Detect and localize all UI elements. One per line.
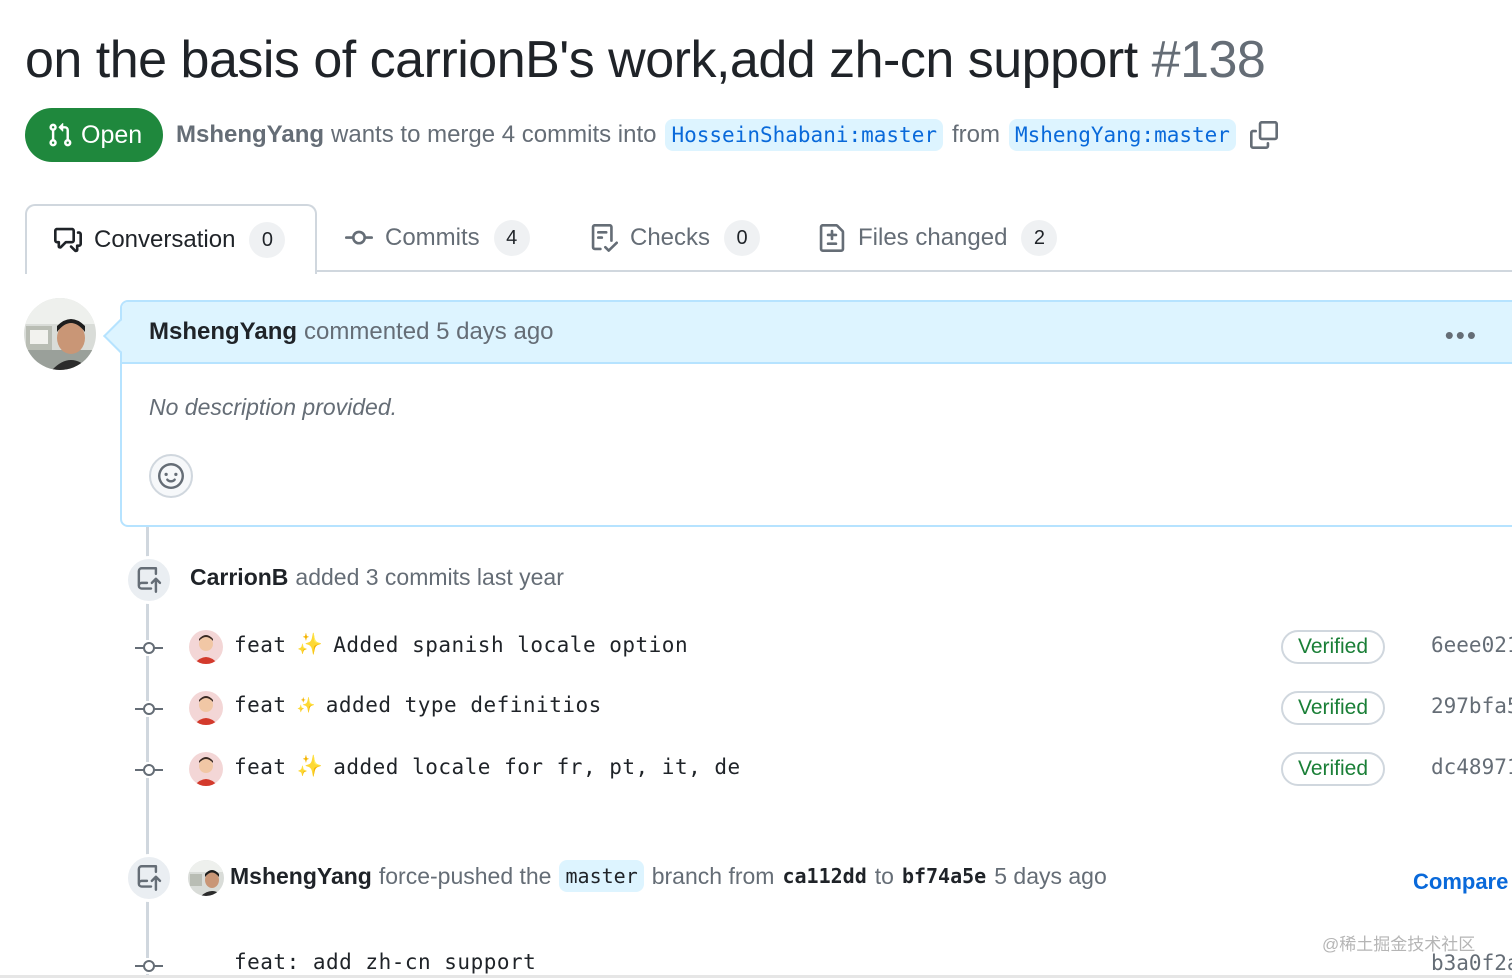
commit-sha[interactable]: dc48971 bbox=[1431, 755, 1512, 779]
tab-commits[interactable]: Commits 4 bbox=[345, 204, 530, 272]
watermark: @稀土掘金技术社区 bbox=[1322, 935, 1476, 954]
repo-push-icon bbox=[125, 556, 173, 604]
pr-state-badge: Open bbox=[25, 108, 163, 162]
tab-commits-label: Commits bbox=[385, 224, 480, 251]
tab-checks-label: Checks bbox=[630, 224, 711, 251]
comment-author[interactable]: MshengYang bbox=[149, 318, 297, 346]
commit-message[interactable]: feat: add zh-cn support bbox=[234, 950, 536, 974]
comment-discussion-icon bbox=[54, 226, 82, 254]
compare-link[interactable]: Compare bbox=[1413, 869, 1508, 895]
commit-row: feat: add zh-cn support b3a0f2a bbox=[130, 946, 1512, 978]
commit-message[interactable]: feat ✨ Added spanish locale option bbox=[234, 632, 688, 657]
avatar[interactable] bbox=[189, 752, 223, 786]
comment-body: No description provided. bbox=[149, 394, 398, 420]
pr-tabs: Conversation 0 Commits 4 Checks 0 Files … bbox=[0, 204, 1512, 274]
event-author[interactable]: MshengYang bbox=[230, 863, 372, 890]
copy-icon[interactable] bbox=[1249, 121, 1278, 149]
pr-title-text: on the basis of carrionB's work,add zh-c… bbox=[25, 31, 1138, 89]
event-text: branch from bbox=[651, 862, 775, 889]
commit-prefix: feat bbox=[234, 693, 287, 717]
commit-message-text: added type definitios bbox=[325, 693, 602, 717]
from-text: from bbox=[952, 121, 1000, 148]
base-branch[interactable]: HosseinShabani:master bbox=[665, 119, 943, 151]
pr-number: #138 bbox=[1151, 31, 1266, 89]
kebab-horizontal-icon[interactable]: ••• bbox=[1445, 320, 1478, 351]
file-diff-icon bbox=[818, 224, 846, 252]
sparkles-icon: ✨ bbox=[296, 696, 316, 714]
commit-message-text: added locale for fr, pt, it, de bbox=[333, 754, 741, 779]
git-commit-icon bbox=[345, 224, 373, 252]
event-time[interactable]: 5 days ago bbox=[994, 863, 1107, 890]
tab-conversation[interactable]: Conversation 0 bbox=[25, 204, 317, 274]
commit-row: feat ✨ added type definitios Verified 29… bbox=[130, 689, 1512, 729]
event-text: to bbox=[874, 862, 894, 889]
tab-conversation-count: 0 bbox=[249, 222, 286, 258]
pr-state-label: Open bbox=[81, 120, 143, 149]
tab-files-changed-count: 2 bbox=[1021, 220, 1058, 256]
comment-meta[interactable]: commented 5 days ago bbox=[304, 318, 553, 346]
event-author[interactable]: CarrionB bbox=[190, 564, 288, 591]
smiley-icon bbox=[158, 463, 184, 489]
avatar[interactable] bbox=[189, 691, 223, 725]
avatar[interactable] bbox=[24, 298, 96, 370]
checklist-icon bbox=[590, 224, 618, 252]
sparkles-icon: ✨ bbox=[296, 632, 324, 656]
to-sha[interactable]: bf74a5e bbox=[902, 864, 986, 888]
comment-header: MshengYang commented 5 days ago ••• bbox=[122, 302, 1512, 364]
tab-checks-count: 0 bbox=[724, 220, 761, 256]
commit-message-text: Added spanish locale option bbox=[333, 632, 689, 657]
verified-badge[interactable]: Verified bbox=[1281, 630, 1385, 664]
git-commit-icon bbox=[134, 762, 164, 778]
git-commit-icon bbox=[134, 640, 164, 656]
pr-meta: MshengYang wants to merge 4 commits into… bbox=[176, 114, 1278, 156]
pr-author-link[interactable]: MshengYang bbox=[176, 121, 324, 149]
tab-files-changed[interactable]: Files changed 2 bbox=[818, 204, 1058, 272]
verified-badge[interactable]: Verified bbox=[1281, 691, 1385, 725]
tab-conversation-label: Conversation bbox=[94, 226, 236, 253]
pr-description-comment: MshengYang commented 5 days ago ••• No d… bbox=[103, 300, 1512, 527]
sparkles-icon: ✨ bbox=[296, 754, 324, 778]
avatar[interactable] bbox=[189, 630, 223, 664]
commit-row: feat ✨ Added spanish locale option Verif… bbox=[130, 628, 1512, 668]
merge-text: wants to merge 4 commits into bbox=[331, 121, 657, 148]
commit-prefix: feat bbox=[234, 632, 287, 657]
head-branch[interactable]: MshengYang:master bbox=[1009, 119, 1236, 151]
avatar[interactable] bbox=[188, 860, 224, 896]
git-commit-icon bbox=[134, 701, 164, 717]
git-pull-request-icon bbox=[47, 122, 81, 148]
branch-chip[interactable]: master bbox=[559, 860, 644, 892]
commit-message[interactable]: feat ✨ added type definitios bbox=[234, 693, 602, 717]
commit-sha[interactable]: 297bfa5 bbox=[1431, 694, 1512, 718]
from-sha[interactable]: ca112dd bbox=[782, 864, 866, 888]
commit-prefix: feat bbox=[234, 754, 287, 779]
add-reaction-button[interactable] bbox=[149, 454, 193, 498]
force-push-event: MshengYang force-pushed the master branc… bbox=[230, 860, 1107, 892]
event-text: force-pushed the bbox=[378, 862, 552, 889]
commit-message[interactable]: feat ✨ added locale for fr, pt, it, de bbox=[234, 754, 741, 779]
event-text: added 3 commits last year bbox=[295, 564, 564, 590]
tab-checks[interactable]: Checks 0 bbox=[590, 204, 761, 272]
commit-row: feat ✨ added locale for fr, pt, it, de V… bbox=[130, 750, 1512, 790]
commits-added-event: CarrionB added 3 commits last year bbox=[190, 564, 564, 591]
verified-badge[interactable]: Verified bbox=[1281, 752, 1385, 786]
commit-message-text: feat: add zh-cn support bbox=[234, 950, 537, 974]
commit-sha[interactable]: 6eee021 bbox=[1431, 633, 1512, 657]
tab-files-changed-label: Files changed bbox=[858, 224, 1008, 251]
tab-commits-count: 4 bbox=[493, 220, 530, 256]
git-commit-icon bbox=[134, 958, 164, 974]
repo-push-icon bbox=[125, 854, 173, 902]
pr-title: on the basis of carrionB's work,add zh-c… bbox=[25, 30, 1266, 90]
